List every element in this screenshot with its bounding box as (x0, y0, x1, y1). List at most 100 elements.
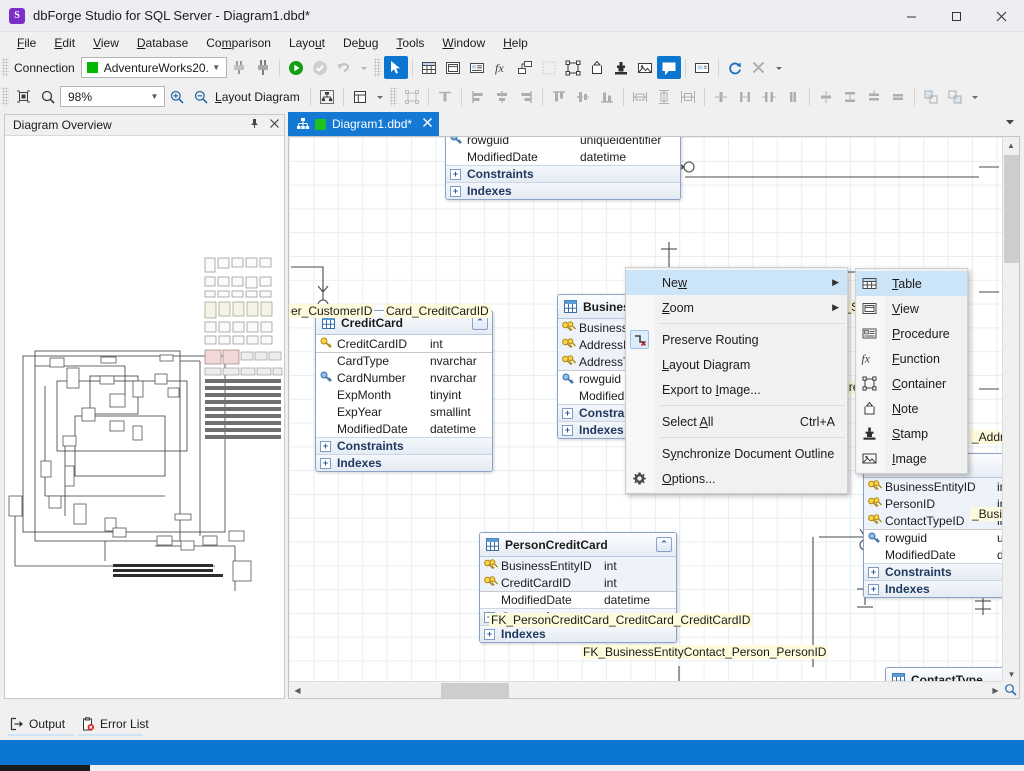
collapse-icon[interactable]: ⌃ (656, 537, 672, 552)
tab-list-icon[interactable] (1004, 116, 1016, 130)
space-h-equal-icon[interactable] (709, 85, 733, 108)
space-v-increase-icon[interactable] (838, 85, 862, 108)
table-row[interactable]: BusinessEntityID int (864, 478, 1003, 495)
table-row[interactable]: rowguid uniqueidentifier (446, 137, 680, 148)
fk-label-busin-partial[interactable]: _Busin (970, 507, 1003, 521)
context-menu-item-options[interactable]: Options... (626, 466, 847, 491)
toolbar-grip-4[interactable] (390, 87, 397, 106)
new-view-icon[interactable] (441, 56, 465, 79)
table-row[interactable]: ModifiedDate datetime (480, 591, 676, 608)
space-v-decrease-icon[interactable] (862, 85, 886, 108)
menu-database[interactable]: Database (128, 33, 197, 53)
menu-view[interactable]: View (84, 33, 128, 53)
menu-window[interactable]: Window (433, 33, 494, 53)
space-h-remove-icon[interactable] (781, 85, 805, 108)
context-menu-item-new[interactable]: New ▶ (626, 270, 847, 295)
menu-layout[interactable]: Layout (280, 33, 334, 53)
align-top-icon[interactable] (433, 85, 457, 108)
context-menu-item-zoom[interactable]: Zoom ▶ (626, 295, 847, 320)
align-v-bottom-icon[interactable] (595, 85, 619, 108)
new-submenu[interactable]: Table View Procedure fx Function Contain… (855, 268, 968, 474)
expand-icon[interactable]: + (868, 567, 879, 578)
refresh-icon[interactable] (723, 56, 747, 79)
zoom-to-fit-icon[interactable] (12, 85, 36, 108)
size-height-icon[interactable] (652, 85, 676, 108)
table-card-creditcard[interactable]: CreditCard ⌃ CreditCardID int (315, 310, 493, 472)
table-row[interactable]: CreditCardID int (480, 574, 676, 591)
submenu-item-image[interactable]: Image (856, 446, 967, 471)
undo-dropdown-icon[interactable] (356, 56, 372, 79)
chevron-down-icon[interactable]: ▼ (209, 63, 224, 72)
expand-icon[interactable]: + (320, 441, 331, 452)
toolbar-grip-2[interactable] (374, 58, 381, 77)
table-row[interactable]: ExpMonth tinyint (316, 386, 492, 403)
pointer-tool-icon[interactable] (384, 56, 408, 79)
table-card-address[interactable]: Address ⌃ SpatialLocation geography (445, 137, 681, 200)
same-size-icon[interactable] (400, 85, 424, 108)
fk-label-customerid[interactable]: er_CustomerID (289, 304, 374, 318)
fk-label-creditcardid-partial[interactable]: Card_CreditCardID (384, 304, 491, 318)
submenu-item-view[interactable]: View (856, 296, 967, 321)
space-h-increase-icon[interactable] (733, 85, 757, 108)
undo-icon[interactable] (332, 56, 356, 79)
canvas-vertical-scrollbar[interactable]: ▲ ▼ (1002, 137, 1019, 683)
new-procedure-icon[interactable] (465, 56, 489, 79)
table-row[interactable]: CardNumber nvarchar (316, 369, 492, 386)
validate-icon[interactable] (308, 56, 332, 79)
canvas-zoom-corner-button[interactable] (1002, 681, 1019, 698)
table-row[interactable]: rowguid uniqueidentifier (864, 529, 1003, 546)
table-row[interactable]: BusinessEntityID int (480, 557, 676, 574)
bottom-tab-output[interactable]: Output (4, 713, 75, 735)
maximize-button[interactable] (934, 0, 979, 32)
fk-label-addr-partial[interactable]: _Addr (970, 430, 1003, 444)
new-stamp-icon[interactable] (609, 56, 633, 79)
context-menu-item-synchronize-document-outline[interactable]: Synchronize Document Outline (626, 441, 847, 466)
menu-debug[interactable]: Debug (334, 33, 387, 53)
menu-edit[interactable]: Edit (45, 33, 84, 53)
expand-icon[interactable]: + (868, 584, 879, 595)
pin-icon[interactable] (244, 118, 264, 132)
table-section-constraints[interactable]: + Constraints (864, 563, 1003, 580)
align-v-top-icon[interactable] (547, 85, 571, 108)
minimize-button[interactable] (889, 0, 934, 32)
submenu-item-container[interactable]: Container (856, 371, 967, 396)
new-note-icon[interactable] (585, 56, 609, 79)
table-header-contacttype[interactable]: ContactType (886, 668, 1003, 682)
page-setup-icon[interactable] (348, 85, 372, 108)
table-row[interactable]: CreditCardID int (316, 335, 492, 352)
connect-icon[interactable] (227, 56, 251, 79)
chevron-down-icon-zoom[interactable]: ▼ (147, 92, 162, 101)
bottom-tab-error-list[interactable]: Error List (75, 713, 159, 735)
toolbar-grip[interactable] (2, 58, 9, 77)
table-section-indexes[interactable]: + Indexes (316, 454, 492, 471)
new-table-icon[interactable] (417, 56, 441, 79)
scroll-up-arrow[interactable]: ▲ (1003, 137, 1019, 154)
new-function-icon[interactable]: fx (489, 56, 513, 79)
submenu-item-note[interactable]: Note (856, 396, 967, 421)
expand-icon[interactable]: + (562, 425, 573, 436)
expand-icon[interactable]: + (450, 169, 461, 180)
submenu-item-function[interactable]: fx Function (856, 346, 967, 371)
expand-icon[interactable]: + (484, 629, 495, 640)
table-row[interactable]: ModifiedDate datetime (446, 148, 680, 165)
align-right-icon[interactable] (514, 85, 538, 108)
canvas-horizontal-scrollbar[interactable]: ◀ ▶ (289, 681, 1004, 698)
expand-icon[interactable]: + (320, 458, 331, 469)
menu-help[interactable]: Help (494, 33, 537, 53)
auto-layout-icon[interactable] (315, 85, 339, 108)
zoom-select-icon[interactable] (36, 85, 60, 108)
new-comment-icon[interactable] (657, 56, 681, 79)
toolbar-overflow-icon[interactable] (771, 56, 787, 79)
context-menu-item-layout-diagram[interactable]: Layout Diagram (626, 352, 847, 377)
bring-to-front-icon[interactable] (919, 85, 943, 108)
table-row[interactable]: CardType nvarchar (316, 352, 492, 369)
new-group-icon[interactable] (537, 56, 561, 79)
zoom-out-icon[interactable] (189, 85, 213, 108)
page-setup-dropdown-icon[interactable] (372, 85, 388, 108)
new-relation-icon[interactable] (513, 56, 537, 79)
align-v-middle-icon[interactable] (571, 85, 595, 108)
table-header-personcreditcard[interactable]: PersonCreditCard ⌃ (480, 533, 676, 557)
space-v-remove-icon[interactable] (886, 85, 910, 108)
disconnect-icon[interactable] (251, 56, 275, 79)
vertical-scroll-thumb[interactable] (1004, 155, 1019, 263)
